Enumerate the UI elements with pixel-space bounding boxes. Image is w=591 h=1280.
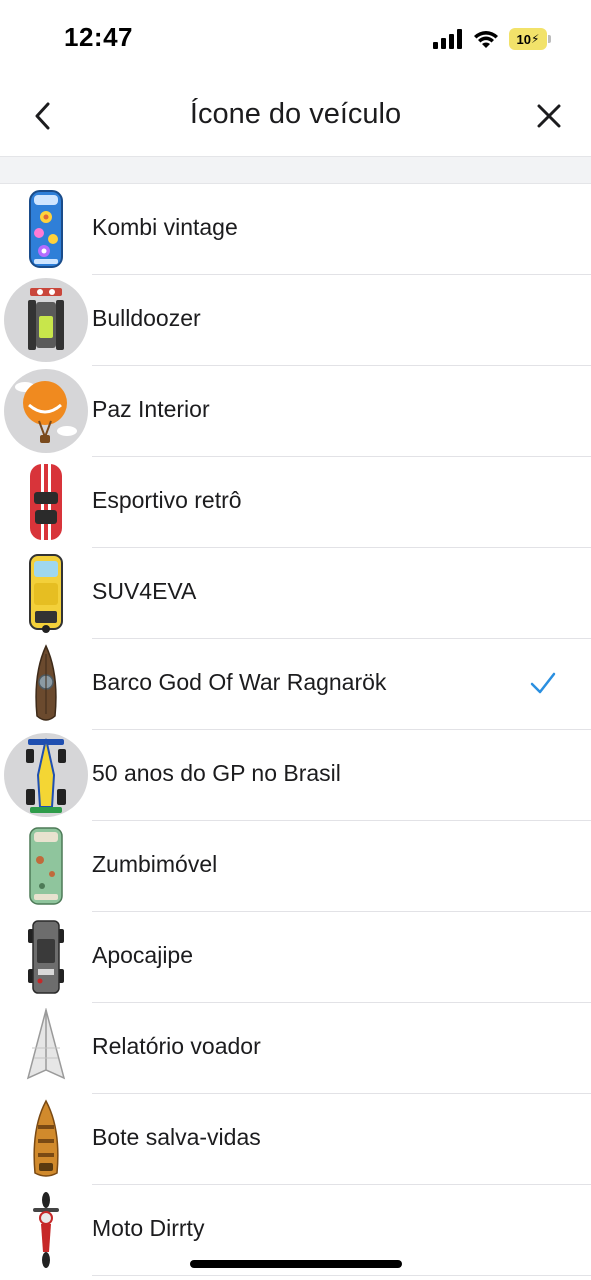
motorcycle-icon (4, 1188, 88, 1272)
vehicle-label: Bote salva-vidas (92, 1124, 261, 1150)
vehicle-row-bulldozer[interactable]: Bulldoozer (0, 275, 591, 366)
home-indicator[interactable] (190, 1260, 402, 1268)
vehicle-label: Barco God Of War Ragnarök (92, 669, 387, 695)
zombie-van-icon (4, 824, 88, 908)
bulldozer-icon (4, 278, 88, 362)
vehicle-row-kombi[interactable]: Kombi vintage (0, 184, 591, 275)
vehicle-row-esportivo-retro[interactable]: Esportivo retrô (0, 457, 591, 548)
battery-icon: 10 ⚡ (509, 27, 551, 51)
vehicle-row-gp-brasil[interactable]: 50 anos do GP no Brasil (0, 730, 591, 821)
signal-icon (433, 29, 462, 49)
vehicle-row-barco-gow[interactable]: Barco God Of War Ragnarök (0, 639, 591, 730)
chevron-left-icon (35, 102, 50, 130)
vehicle-row-zumbimovel[interactable]: Zumbimóvel (0, 821, 591, 912)
paper-plane-icon (4, 1006, 88, 1090)
retro-car-icon (4, 460, 88, 544)
vehicle-label: Apocajipe (92, 942, 194, 968)
nav-bar: Ícone do veículo (0, 76, 591, 156)
vehicle-label: Zumbimóvel (92, 851, 218, 877)
status-time: 12:47 (64, 22, 133, 52)
vehicle-row-bote-salva-vidas[interactable]: Bote salva-vidas (0, 1094, 591, 1185)
formula-car-icon (4, 733, 88, 817)
close-icon (537, 104, 561, 128)
kombi-icon (4, 187, 88, 271)
page-title: Ícone do veículo (189, 98, 402, 130)
vehicle-list: Kombi vintage Bulldoozer Paz Interior Es… (0, 184, 591, 1276)
suv-icon (4, 551, 88, 635)
balloon-icon (4, 369, 88, 453)
vehicle-label: Esportivo retrô (92, 487, 242, 513)
close-button[interactable] (531, 98, 567, 134)
vehicle-label: Moto Dirrty (92, 1215, 205, 1241)
vehicle-label: Kombi vintage (92, 214, 238, 240)
jeep-icon (4, 915, 88, 999)
vehicle-label: Bulldoozer (92, 305, 201, 331)
vehicle-row-paz-interior[interactable]: Paz Interior (0, 366, 591, 457)
lifeboat-icon (4, 1097, 88, 1181)
wifi-icon (474, 31, 498, 48)
status-bar: 12:47 10 ⚡ (0, 0, 591, 76)
vehicle-row-suv4eva[interactable]: SUV4EVA (0, 548, 591, 639)
viking-boat-icon (4, 642, 88, 726)
vehicle-label: 50 anos do GP no Brasil (92, 760, 341, 786)
vehicle-row-apocajipe[interactable]: Apocajipe (0, 912, 591, 1003)
vehicle-row-relatorio-voador[interactable]: Relatório voador (0, 1003, 591, 1094)
section-separator (0, 156, 591, 184)
vehicle-label: Paz Interior (92, 396, 210, 422)
checkmark-icon (530, 672, 556, 694)
back-button[interactable] (24, 98, 60, 134)
status-icons: 10 ⚡ (433, 26, 551, 52)
battery-level: 10 (516, 31, 532, 47)
vehicle-label: Relatório voador (92, 1033, 261, 1059)
vehicle-label: SUV4EVA (92, 578, 197, 604)
row-divider (92, 1275, 591, 1276)
